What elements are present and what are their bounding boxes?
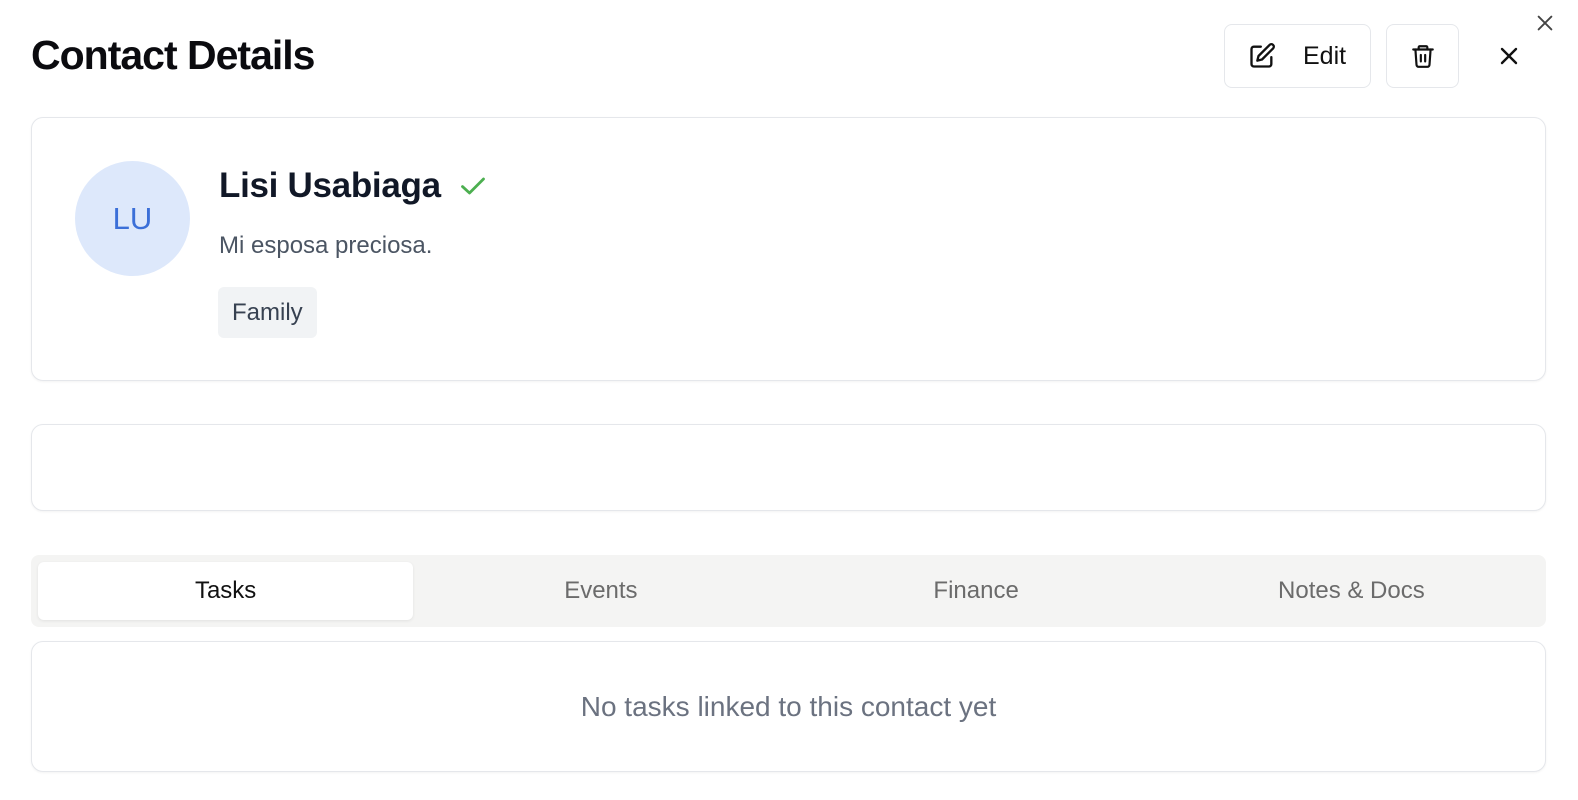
tab-finance[interactable]: Finance [789,562,1164,620]
page-title: Contact Details [31,32,315,78]
empty-state-message: No tasks linked to this contact yet [580,690,997,722]
tasks-panel: No tasks linked to this contact yet [31,641,1546,772]
trash-icon [1410,42,1436,70]
close-icon [1497,44,1521,68]
delete-button[interactable] [1386,24,1459,88]
avatar: LU [75,161,190,276]
contact-name-row: Lisi Usabiaga [219,166,489,206]
edit-icon [1248,42,1276,70]
contact-profile-card: LU Lisi Usabiaga Mi esposa preciosa. Fam… [31,117,1546,381]
check-icon [457,172,489,200]
tab-tasks[interactable]: Tasks [38,562,414,620]
edit-button-label: Edit [1303,41,1347,70]
contact-info-card [31,424,1546,511]
contact-name: Lisi Usabiaga [219,166,441,205]
contact-tag: Family [218,287,317,338]
tab-bar: Tasks Events Finance Notes & Docs [31,555,1546,627]
contact-bio: Mi esposa preciosa. [219,232,433,259]
tab-events[interactable]: Events [413,562,788,620]
tab-notes-docs[interactable]: Notes & Docs [1164,562,1539,620]
close-button[interactable] [1491,38,1527,74]
edit-button[interactable]: Edit [1224,24,1371,88]
dialog-close-icon[interactable] [1532,10,1558,36]
contact-details-dialog: Contact Details Edit LU Lisi Usabiaga Mi… [0,0,1578,800]
